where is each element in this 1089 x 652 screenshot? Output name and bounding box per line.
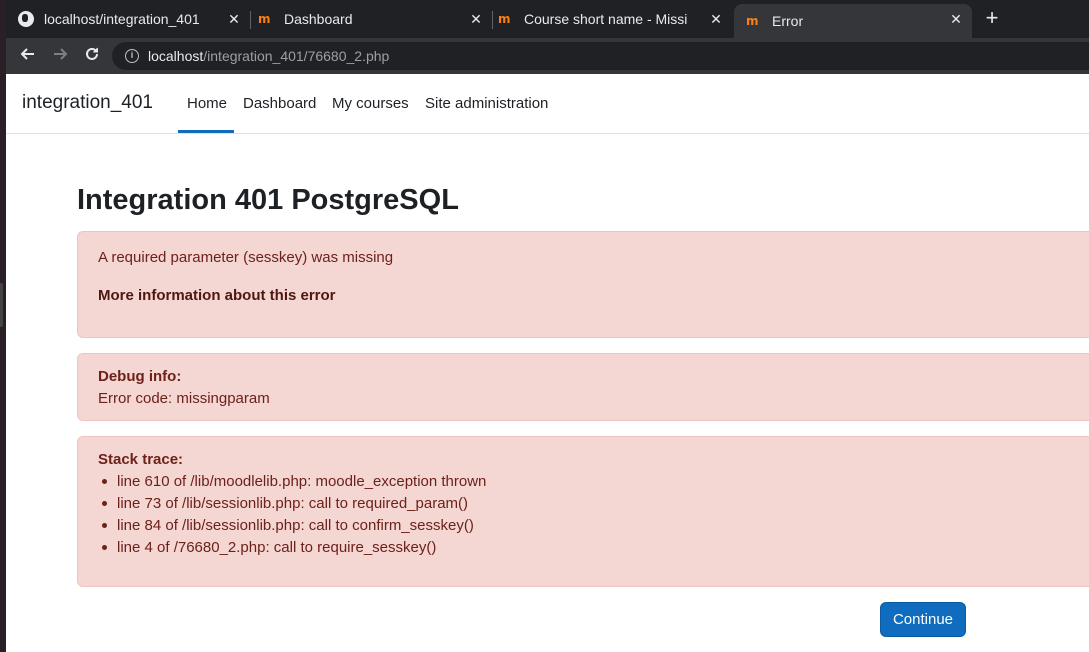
error-code: Error code: missingparam [98,390,270,407]
tab-label: Course short name - Missi [524,11,688,27]
debug-info-alert: Debug info: Error code: missingparam [77,353,1089,421]
stack-trace-item: line 4 of /76680_2.php: call to require_… [98,539,486,561]
tab-label: localhost/integration_401 [44,11,200,27]
new-tab-button[interactable]: + [982,7,1002,29]
nav-home[interactable]: Home [187,95,227,112]
tab-localhost[interactable]: localhost/integration_401 ✕ [18,4,251,34]
desktop-handle [0,283,3,327]
debug-info-heading: Debug info: [98,368,182,385]
tab-separator [250,11,251,29]
tab-separator [492,11,493,29]
page-content: integration_401 Home Dashboard My course… [6,74,1089,652]
close-tab-icon[interactable]: ✕ [948,11,964,27]
more-info-link[interactable]: More information about this error [98,287,336,304]
tab-error[interactable]: m Error ✕ [734,4,972,38]
browser-tab-bar: localhost/integration_401 ✕ m Dashboard … [6,0,1089,38]
tab-course-short-name[interactable]: m Course short name - Missi ✕ [498,4,732,34]
stack-trace-alert: Stack trace: line 610 of /lib/moodlelib.… [77,436,1089,587]
browser-toolbar: i localhost/integration_401/76680_2.php [6,38,1089,74]
address-bar[interactable]: i localhost/integration_401/76680_2.php [112,42,1089,70]
stack-trace-item: line 610 of /lib/moodlelib.php: moodle_e… [98,473,486,495]
tab-dashboard[interactable]: m Dashboard ✕ [258,4,493,34]
continue-button[interactable]: Continue [880,602,966,637]
arrow-left-icon [20,48,34,60]
nav-dashboard[interactable]: Dashboard [243,95,316,112]
error-message-alert: A required parameter (sesskey) was missi… [77,231,1089,338]
url-text[interactable]: localhost/integration_401/76680_2.php [148,48,389,64]
tab-label: Error [772,13,804,29]
moodle-icon: m [258,12,271,26]
globe-icon [18,11,34,27]
nav-my-courses[interactable]: My courses [332,95,409,112]
nav-site-administration[interactable]: Site administration [425,95,548,112]
stack-trace-item: line 84 of /lib/sessionlib.php: call to … [98,517,486,539]
reload-button[interactable] [80,44,104,68]
site-navbar: integration_401 Home Dashboard My course… [6,74,1089,134]
forward-button[interactable] [48,44,72,68]
page-title: Integration 401 PostgreSQL [77,184,459,216]
stack-trace-item: line 73 of /lib/sessionlib.php: call to … [98,495,486,517]
close-tab-icon[interactable]: ✕ [708,11,724,27]
moodle-icon: m [746,14,759,28]
stack-trace-heading: Stack trace: [98,451,184,468]
info-icon[interactable]: i [125,49,139,63]
reload-icon [86,47,98,60]
back-button[interactable] [16,44,40,68]
stack-trace-list: line 610 of /lib/moodlelib.php: moodle_e… [98,473,486,561]
active-nav-indicator [178,130,234,133]
arrow-right-icon [54,48,68,60]
site-brand[interactable]: integration_401 [22,92,153,114]
tab-label: Dashboard [284,11,353,27]
close-tab-icon[interactable]: ✕ [226,11,242,27]
error-message: A required parameter (sesskey) was missi… [98,249,394,266]
moodle-icon: m [498,12,511,26]
close-tab-icon[interactable]: ✕ [468,11,484,27]
